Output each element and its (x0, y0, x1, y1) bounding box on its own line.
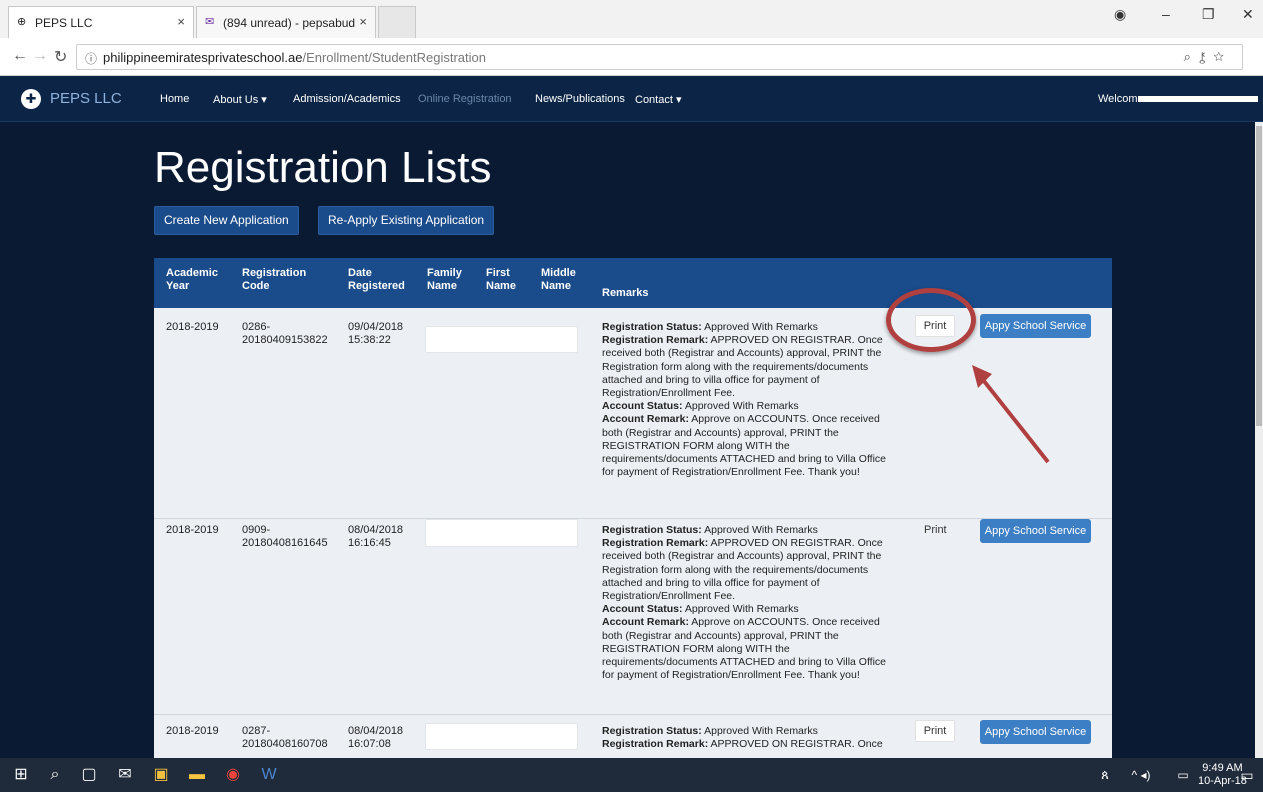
registration-code: 0286- 20180409153822 (242, 321, 328, 346)
info-icon[interactable]: ⓘ (85, 50, 97, 67)
remarks-text: Registration Status: Approved With Remar… (602, 725, 883, 751)
tab-mail[interactable]: ✉ (894 unread) - pepsabud × (196, 6, 376, 38)
globe-icon: ⊕ (17, 16, 27, 28)
create-application-button[interactable]: Create New Application (154, 206, 299, 235)
redacted-names (425, 723, 578, 750)
nav-online-registration[interactable]: Online Registration (418, 93, 512, 105)
address-bar: ← → ↻ ⓘ philippineemiratesprivateschool.… (0, 38, 1263, 76)
restore-icon[interactable]: ❐ (1202, 6, 1215, 23)
profile-icon[interactable]: ◉ (1114, 6, 1126, 23)
minimize-icon[interactable]: – (1162, 6, 1170, 22)
reapply-application-button[interactable]: Re-Apply Existing Application (318, 206, 495, 235)
nav-admission[interactable]: Admission/Academics (293, 93, 401, 105)
apply-school-service-button[interactable]: Appy School Service (980, 720, 1091, 744)
apply-school-service-button[interactable]: Appy School Service (980, 314, 1091, 338)
academic-year: 2018-2019 (166, 321, 219, 333)
registration-code: 0287- 20180408160708 (242, 725, 328, 750)
nav-news[interactable]: News/Publications (535, 93, 625, 105)
table-row: 2018-2019 0909- 20180408161645 08/04/2018… (154, 519, 1112, 715)
academic-year: 2018-2019 (166, 725, 219, 737)
redacted-names (425, 326, 578, 353)
tab-label: (894 unread) - pepsabud (223, 15, 356, 30)
tab-peps[interactable]: ⊕ PEPS LLC × (8, 6, 194, 38)
chrome-icon[interactable]: ◉ (222, 764, 244, 786)
tray-icons[interactable]: ^ ◂) (1130, 764, 1152, 786)
tab-label: PEPS LLC (35, 15, 93, 30)
mail-icon: ✉ (205, 16, 215, 28)
close-window-icon[interactable]: ✕ (1242, 6, 1254, 23)
registration-code: 0909- 20180408161645 (242, 524, 328, 549)
remarks-text: Registration Status: Approved With Remar… (602, 321, 887, 479)
col-academic-year: Academic Year (166, 267, 218, 292)
close-tab-icon[interactable]: × (359, 14, 367, 29)
annotation-circle (886, 288, 976, 352)
redacted-username (1138, 96, 1258, 102)
close-tab-icon[interactable]: × (177, 14, 185, 29)
annotation-arrow-icon (972, 365, 1050, 464)
forward-icon[interactable]: → (32, 47, 48, 65)
page-title: Registration Lists (154, 143, 492, 192)
print-button[interactable]: Print (924, 524, 947, 536)
date-registered: 08/04/2018 16:16:45 (348, 524, 404, 549)
new-tab-button[interactable] (378, 6, 416, 38)
file-explorer-icon[interactable]: ▬ (186, 764, 208, 786)
table-header: Academic Year Registration Code Date Regist… (154, 258, 1112, 308)
search-icon[interactable]: ⌕ (44, 764, 66, 786)
logo-icon: ✚ (21, 89, 41, 109)
url-input[interactable]: ⓘ philippineemiratesprivateschool.ae/Enr… (76, 44, 1243, 70)
date-registered: 08/04/2018 16:07:08 (348, 725, 404, 750)
scrollbar-thumb[interactable] (1256, 126, 1262, 426)
col-registration-code: Registration Code (242, 267, 307, 292)
brand-link[interactable]: PEPS LLC (50, 90, 122, 107)
col-remarks: Remarks (602, 287, 649, 299)
notifications-icon[interactable]: ▭ (1236, 764, 1258, 786)
nav-about[interactable]: About Us ▾ (213, 93, 267, 106)
date-registered: 09/04/2018 15:38:22 (348, 321, 404, 346)
omnibox-icons[interactable]: ⌕⚷☆ (1184, 49, 1232, 65)
network-icon[interactable]: ▭ (1172, 764, 1194, 786)
url-text: philippineemiratesprivateschool.ae/Enrol… (103, 50, 486, 65)
photos-icon[interactable]: ▣ (150, 764, 172, 786)
col-first-name: First Name (486, 267, 516, 292)
academic-year: 2018-2019 (166, 524, 219, 536)
task-view-icon[interactable]: ▢ (78, 764, 100, 786)
apply-school-service-button[interactable]: Appy School Service (980, 519, 1091, 543)
col-date-registered: Date Registered (348, 267, 405, 292)
welcome-text[interactable]: Welcome (1098, 93, 1144, 105)
nav-contact[interactable]: Contact ▾ (635, 93, 682, 106)
print-button[interactable]: Print (915, 720, 955, 742)
remarks-text: Registration Status: Approved With Remar… (602, 524, 887, 682)
back-icon[interactable]: ← (12, 47, 28, 65)
taskbar: ⊞ ⌕ ▢ ✉ ▣ ▬ ◉ W ጰ ^ ◂) ▭ 9:49 AM 10-Apr-1… (0, 758, 1263, 792)
reload-icon[interactable]: ↻ (54, 47, 67, 67)
col-family-name: Family Name (427, 267, 462, 292)
redacted-names (425, 519, 578, 547)
site-navbar: ✚ PEPS LLC Home About Us ▾ Admission/Aca… (0, 76, 1263, 122)
windows-start-icon[interactable]: ⊞ (10, 764, 32, 786)
col-middle-name: Middle Name (541, 267, 576, 292)
word-icon[interactable]: W (258, 764, 280, 786)
table-row: 2018-2019 0287- 20180408160708 08/04/2018… (154, 715, 1112, 758)
browser-tab-strip: ⊕ PEPS LLC × ✉ (894 unread) - pepsabud ×… (0, 0, 1263, 38)
people-icon[interactable]: ጰ (1094, 764, 1116, 786)
mail-app-icon[interactable]: ✉ (114, 764, 136, 786)
nav-home[interactable]: Home (160, 93, 189, 105)
